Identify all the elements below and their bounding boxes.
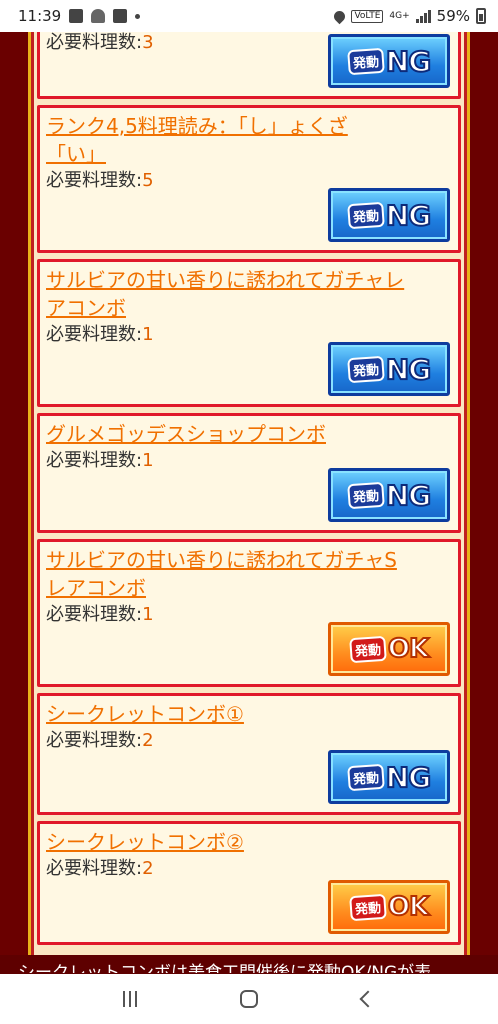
required-label: 必要料理数: [46, 324, 143, 345]
webpage[interactable]: 必要料理数:3 発動 NG ランク4,5料理読み：「し」ょくざ 「い」 必要料理… [0, 32, 498, 955]
dot-icon [135, 13, 141, 19]
required-label: 必要料理数: [46, 32, 143, 53]
combo-title-line: アコンボ [46, 296, 126, 320]
network-type: 4G+ [389, 11, 410, 21]
status-bar: 11:39 VoLTE 4G+ 59% [0, 0, 498, 32]
combo-title-line: サルビアの甘い香りに誘われてガチャS [46, 548, 397, 572]
recents-icon [122, 991, 137, 1007]
activation-status: OK [387, 891, 430, 923]
footer-note: シークレットコンボは美食工門催後に発動OK/NGが表 [18, 963, 432, 973]
recents-button[interactable] [110, 979, 150, 1019]
status-left: 11:39 [18, 7, 141, 25]
activation-label: 発動 [349, 635, 387, 663]
back-button[interactable] [348, 979, 388, 1019]
image-icon [69, 9, 84, 23]
combo-card: グルメゴッデスショップコンボ 必要料理数:1 発動 NG [37, 413, 461, 533]
activation-label: 発動 [346, 47, 385, 75]
required-label: 必要料理数: [46, 858, 143, 879]
sim-icon [113, 9, 128, 23]
combo-title-line: シークレットコンボ① [46, 702, 244, 726]
combo-panel: 必要料理数:3 発動 NG ランク4,5料理読み：「し」ょくざ 「い」 必要料理… [28, 32, 470, 955]
navigation-bar [0, 974, 498, 1024]
required-label: 必要料理数: [46, 450, 143, 471]
status-right: VoLTE 4G+ 59% [332, 7, 486, 25]
combo-card: シークレットコンボ① 必要料理数:2 発動 NG [37, 693, 461, 815]
required-value: 2 [142, 730, 154, 751]
combo-title-link[interactable]: サルビアの甘い香りに誘われてガチャS レアコンボ [46, 546, 452, 602]
required-count: 必要料理数:2 [46, 856, 452, 882]
battery-icon [476, 8, 486, 24]
activation-label: 発動 [349, 893, 387, 921]
volte-icon: VoLTE [351, 9, 384, 23]
combo-title-line: グルメゴッデスショップコンボ [46, 422, 326, 446]
required-value: 1 [142, 450, 154, 471]
activation-label: 発動 [346, 481, 385, 509]
clock: 11:39 [18, 7, 62, 25]
combo-card: 必要料理数:3 発動 NG [37, 32, 461, 99]
required-label: 必要料理数: [46, 170, 143, 191]
combo-title-link[interactable]: シークレットコンボ② [46, 828, 452, 856]
activation-status: NG [385, 44, 432, 79]
combo-card: シークレットコンボ② 必要料理数:2 発動 OK [37, 821, 461, 945]
home-button[interactable] [229, 979, 269, 1019]
combo-card: サルビアの甘い香りに誘われてガチャレ アコンボ 必要料理数:1 発動 NG [37, 259, 461, 407]
activation-ng-badge: 発動 NG [328, 750, 450, 804]
activation-ok-badge: 発動 OK [328, 880, 450, 934]
activation-status: NG [385, 478, 432, 513]
activation-label: 発動 [346, 355, 385, 383]
combo-title-link[interactable]: グルメゴッデスショップコンボ [46, 420, 452, 448]
activation-ng-badge: 発動 NG [328, 34, 450, 88]
activation-ok-badge: 発動 OK [328, 622, 450, 676]
home-icon [239, 990, 258, 1008]
combo-title-line: レアコンボ [46, 576, 146, 600]
combo-title-link[interactable]: サルビアの甘い香りに誘われてガチャレ アコンボ [46, 266, 452, 322]
activation-status: NG [385, 198, 432, 233]
required-value: 5 [142, 170, 154, 191]
activation-ng-badge: 発動 NG [328, 188, 450, 242]
activation-status: NG [385, 352, 432, 387]
required-label: 必要料理数: [46, 730, 143, 751]
combo-title-line: シークレットコンボ② [46, 830, 244, 854]
combo-card: ランク4,5料理読み：「し」ょくざ 「い」 必要料理数:5 発動 NG [37, 105, 461, 253]
photos-icon [91, 9, 106, 23]
activation-ng-badge: 発動 NG [328, 342, 450, 396]
combo-title-line: 「い」 [46, 142, 106, 166]
required-value: 1 [142, 604, 154, 625]
activation-label: 発動 [346, 763, 385, 791]
activation-label: 発動 [346, 201, 385, 229]
combo-title-link[interactable]: シークレットコンボ① [46, 700, 452, 728]
required-value: 1 [142, 324, 154, 345]
required-value: 3 [142, 32, 154, 53]
activation-status: OK [387, 633, 430, 665]
required-label: 必要料理数: [46, 604, 143, 625]
combo-card: サルビアの甘い香りに誘われてガチャS レアコンボ 必要料理数:1 発動 OK [37, 539, 461, 687]
back-icon [359, 990, 377, 1008]
activation-ng-badge: 発動 NG [328, 468, 450, 522]
combo-title-link[interactable]: ランク4,5料理読み：「し」ょくざ 「い」 [46, 112, 452, 168]
combo-title-line: ランク4,5料理読み：「し」ょくざ [46, 114, 348, 138]
required-value: 2 [142, 858, 154, 879]
signal-icon [415, 9, 431, 23]
battery-percent: 59% [436, 7, 470, 25]
combo-title-line: サルビアの甘い香りに誘われてガチャレ [46, 268, 405, 292]
location-icon [332, 8, 348, 24]
activation-status: NG [385, 760, 432, 795]
